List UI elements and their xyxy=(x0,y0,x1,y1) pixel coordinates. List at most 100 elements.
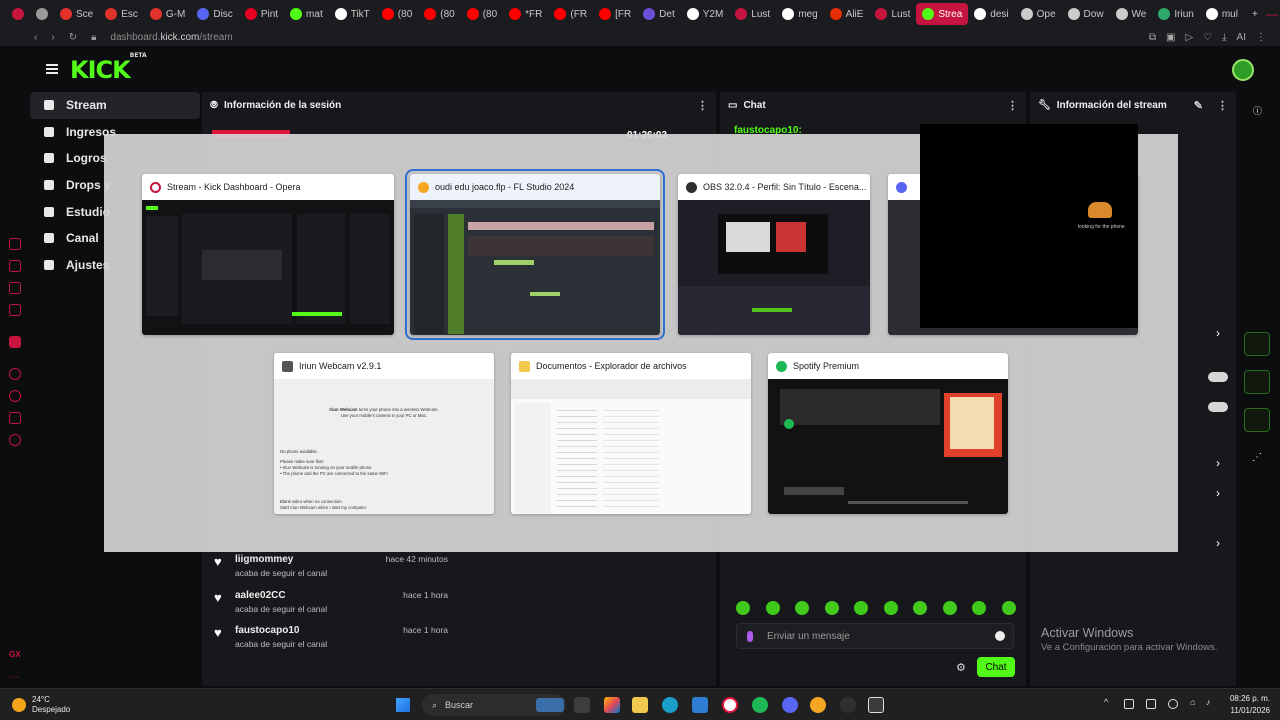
emote-icon[interactable] xyxy=(765,601,780,615)
emote-icon[interactable] xyxy=(795,601,809,615)
window-card-obs[interactable]: OBS 32.0.4 - Perfil: Sin Título - Escena… xyxy=(678,174,870,335)
spotify-icon[interactable] xyxy=(752,697,768,713)
sidebar-item-stream[interactable]: Stream xyxy=(30,92,200,119)
stream-info-menu-icon[interactable]: ⋮ xyxy=(1217,99,1228,112)
chat-input[interactable]: Enviar un mensaje xyxy=(736,623,1014,649)
emoji-icon[interactable] xyxy=(995,631,1005,641)
emote-icon[interactable] xyxy=(942,601,957,615)
share-icon[interactable]: ⋰ xyxy=(1252,452,1262,463)
volume-icon[interactable]: ♪ xyxy=(1206,697,1216,707)
browser-tab[interactable]: AliE xyxy=(824,3,870,25)
layout-icon[interactable] xyxy=(1244,370,1270,394)
window-card-spotify[interactable]: Spotify Premium xyxy=(768,353,1008,514)
tray-app-icon[interactable] xyxy=(1146,699,1156,709)
chat-send-button[interactable]: Chat xyxy=(977,657,1015,677)
minimize-icon[interactable]: — xyxy=(1266,7,1278,21)
hamburger-menu-icon[interactable] xyxy=(46,64,58,74)
weather-widget[interactable]: 24°C Despejado xyxy=(12,695,70,715)
chevron-up-icon[interactable]: ^ xyxy=(1104,697,1114,707)
chevron-right-icon[interactable]: › xyxy=(1216,536,1220,550)
emote-icon[interactable] xyxy=(913,601,927,615)
chat-menu-icon[interactable]: ⋮ xyxy=(1007,99,1018,112)
extensions-icon[interactable]: ⧉ xyxy=(1149,32,1156,43)
browser-tab[interactable]: Ope xyxy=(1015,3,1062,25)
heart-icon[interactable]: ♡ xyxy=(1203,32,1212,43)
browser-tab[interactable]: mul xyxy=(1200,3,1244,25)
system-clock[interactable]: 08:26 p. m. 11/01/2026 xyxy=(1230,693,1270,717)
menu-icon[interactable]: ⋮ xyxy=(1256,32,1266,43)
browser-tab[interactable]: (FR xyxy=(548,3,593,25)
snapshot-icon[interactable]: ▣ xyxy=(1166,32,1175,43)
browser-tab[interactable]: (80 xyxy=(376,3,418,25)
browser-tab[interactable]: mat xyxy=(284,3,329,25)
chevron-right-icon[interactable]: › xyxy=(1216,326,1220,340)
messenger-icon[interactable] xyxy=(9,282,21,294)
new-tab-icon[interactable]: + xyxy=(1244,9,1266,20)
mic-icon[interactable] xyxy=(747,630,753,642)
ai-button[interactable]: AI xyxy=(1237,32,1246,43)
browser-tab[interactable]: *FR xyxy=(503,3,548,25)
browser-tab[interactable]: Dow xyxy=(1062,3,1110,25)
browser-tab[interactable] xyxy=(6,3,30,25)
browser-tab[interactable]: Disc xyxy=(191,3,238,25)
opera-gx-icon[interactable] xyxy=(722,697,738,713)
window-card-explorer[interactable]: Documentos - Explorador de archivos xyxy=(511,353,751,514)
window-card-fl-studio[interactable]: oudi edu joaco.flp - FL Studio 2024 xyxy=(405,169,665,340)
tray-app-icon[interactable] xyxy=(1124,699,1134,709)
emote-icon[interactable] xyxy=(736,601,750,615)
session-menu-icon[interactable]: ⋮ xyxy=(697,99,708,112)
browser-tab[interactable]: We xyxy=(1110,3,1153,25)
browser-tab[interactable]: desi xyxy=(968,3,1014,25)
history-icon[interactable] xyxy=(9,390,21,402)
emote-icon[interactable] xyxy=(972,601,986,615)
browser-tab[interactable]: (80 xyxy=(418,3,460,25)
download-icon[interactable]: ⤓ xyxy=(1222,32,1226,43)
connections-icon[interactable] xyxy=(1244,332,1270,356)
forward-icon[interactable]: › xyxy=(51,32,54,43)
emote-icon[interactable] xyxy=(883,601,898,615)
more-icon[interactable]: ⋯ xyxy=(9,672,21,684)
browser-tab[interactable] xyxy=(30,3,54,25)
back-icon[interactable]: ‹ xyxy=(34,32,37,43)
obs-icon[interactable] xyxy=(840,697,856,713)
start-icon[interactable] xyxy=(396,698,410,712)
toggle-switch[interactable] xyxy=(1208,372,1228,382)
mail-icon[interactable] xyxy=(9,304,21,316)
browser-tab[interactable]: Strea xyxy=(916,3,969,25)
mic-icon[interactable] xyxy=(1168,699,1178,709)
file-explorer-icon[interactable] xyxy=(632,697,648,713)
chevron-right-icon[interactable]: › xyxy=(1216,456,1220,470)
taskbar-search[interactable]: ⌕ Buscar xyxy=(422,694,566,716)
browser-tab[interactable]: Iriun xyxy=(1152,3,1199,25)
bulb-icon[interactable] xyxy=(9,412,21,424)
browser-tab[interactable]: [FR xyxy=(593,3,637,25)
browser-tab[interactable]: meg xyxy=(776,3,823,25)
network-icon[interactable]: ⌂ xyxy=(1190,697,1200,707)
window-card-iriun[interactable]: Iriun Webcam v2.9.1 Iriun Webcam turns y… xyxy=(274,353,494,514)
kick-logo[interactable]: KICKBETA xyxy=(70,52,147,84)
wrench-tool-icon[interactable] xyxy=(1244,408,1270,432)
chat-settings-icon[interactable]: ⚙ xyxy=(956,661,966,674)
edge-icon[interactable] xyxy=(662,697,678,713)
browser-tab[interactable]: G-M xyxy=(144,3,191,25)
follower-name[interactable]: liigmommey xyxy=(235,554,293,565)
browser-tab[interactable]: Pint xyxy=(239,3,284,25)
browser-tab[interactable]: Y2M xyxy=(681,3,730,25)
reload-icon[interactable]: ↻ xyxy=(69,32,77,43)
follower-name[interactable]: faustocapo10 xyxy=(235,625,299,636)
iriun-icon[interactable] xyxy=(868,697,884,713)
browser-tab[interactable]: Sce xyxy=(54,3,99,25)
emote-icon[interactable] xyxy=(824,601,839,615)
emote-icon[interactable] xyxy=(854,601,868,615)
instagram-icon[interactable] xyxy=(9,260,21,272)
browser-tab[interactable]: TikT xyxy=(329,3,376,25)
edit-icon[interactable]: ✎ xyxy=(1194,99,1203,112)
toggle-switch[interactable] xyxy=(1208,402,1228,412)
copilot-icon[interactable] xyxy=(604,697,620,713)
browser-tab[interactable]: Esc xyxy=(99,3,144,25)
url-field[interactable]: dashboard.kick.com/stream xyxy=(110,32,232,43)
browser-tab[interactable]: Det xyxy=(637,3,681,25)
store-icon[interactable] xyxy=(692,697,708,713)
window-card-opera[interactable]: Stream - Kick Dashboard - Opera xyxy=(142,174,394,335)
play-icon[interactable]: ▷ xyxy=(1185,32,1193,43)
